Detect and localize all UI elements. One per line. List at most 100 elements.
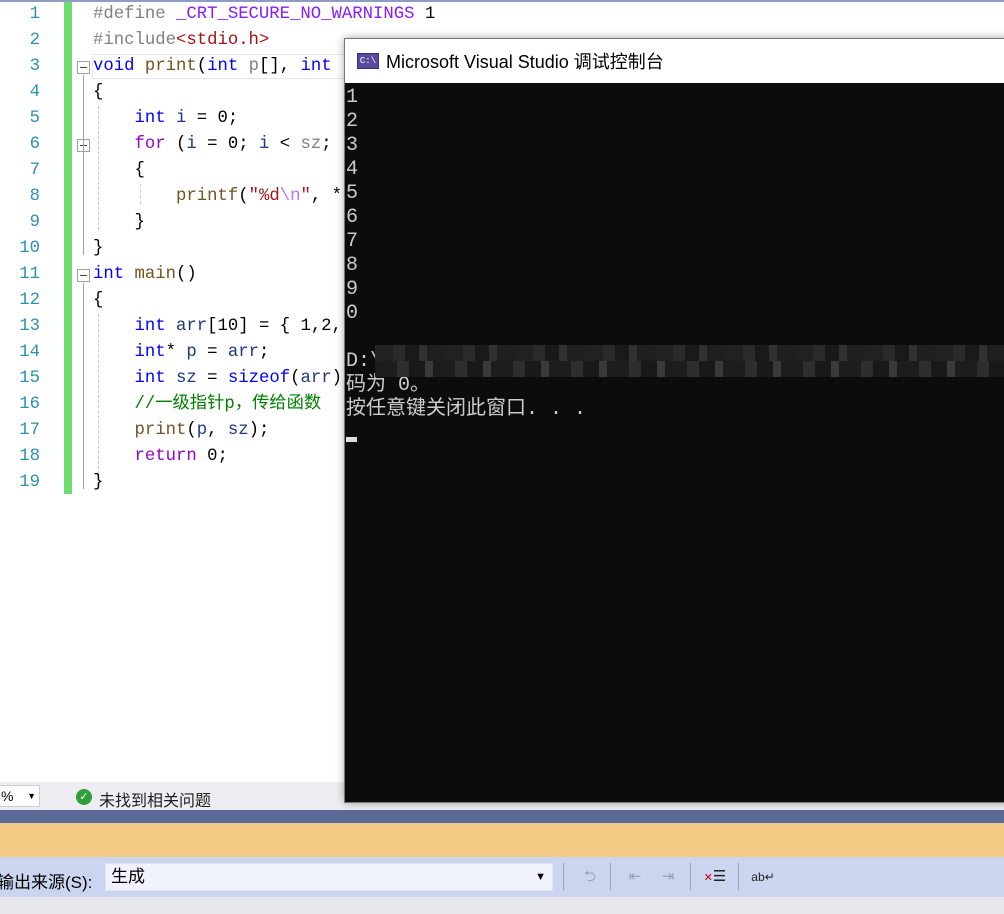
- output-source-dropdown[interactable]: 生成 ▼: [105, 863, 553, 891]
- code-token: arr: [227, 343, 259, 362]
- code-line[interactable]: {: [93, 158, 144, 184]
- code-line[interactable]: #include<stdio.h>: [93, 28, 269, 54]
- code-token: return: [134, 447, 197, 466]
- fold-toggle-icon[interactable]: [77, 269, 90, 282]
- code-token: 1: [414, 5, 436, 24]
- clear-all-icon[interactable]: ✕☰: [703, 864, 727, 890]
- code-line[interactable]: #define _CRT_SECURE_NO_WARNINGS 1: [93, 2, 435, 28]
- chevron-down-icon: ▼: [27, 791, 36, 801]
- line-number: 8: [29, 187, 40, 206]
- next-message-icon[interactable]: ⇥: [656, 864, 680, 890]
- code-token: _CRT_SECURE_NO_WARNINGS: [175, 5, 415, 24]
- code-line[interactable]: print(p, sz);: [93, 418, 269, 444]
- zoom-dropdown[interactable]: % ▼: [0, 785, 40, 807]
- code-line[interactable]: printf("%d\n", *: [93, 184, 342, 210]
- line-number: 19: [19, 473, 40, 492]
- console-output-line: 1: [346, 86, 359, 109]
- check-circle-icon: ✓: [76, 789, 92, 805]
- code-line[interactable]: {: [93, 80, 103, 106]
- line-number: 2: [29, 31, 40, 50]
- code-token: i: [175, 109, 187, 128]
- line-number: 4: [29, 83, 40, 102]
- code-token: }: [93, 239, 104, 258]
- code-token: [10] = { 1,2,: [207, 317, 342, 336]
- code-line[interactable]: int main(): [93, 262, 197, 288]
- code-line[interactable]: return 0;: [93, 444, 228, 470]
- code-token: =: [196, 343, 228, 362]
- code-token: int: [134, 109, 166, 128]
- code-token: int: [134, 369, 166, 388]
- console-output-line: 4: [346, 158, 359, 181]
- toolbar-separator: [690, 863, 691, 891]
- code-token: {: [93, 291, 104, 310]
- line-number: 11: [19, 265, 40, 284]
- go-to-error-icon[interactable]: ⮌: [578, 864, 602, 890]
- line-number: 16: [19, 395, 40, 414]
- code-token: <stdio.h>: [175, 31, 270, 50]
- line-number: 18: [19, 447, 40, 466]
- code-line[interactable]: }: [93, 210, 145, 236]
- code-line[interactable]: //一级指针p，传给函数: [93, 392, 321, 418]
- console-output-line: 5: [346, 182, 359, 205]
- code-line[interactable]: {: [93, 288, 103, 314]
- code-token: 0;: [196, 447, 228, 466]
- fold-guide: [83, 75, 84, 255]
- bottom-panel-area: [0, 897, 1004, 914]
- code-token: (: [186, 421, 197, 440]
- code-token: sz: [300, 135, 322, 154]
- code-token: ;: [258, 343, 270, 362]
- code-line[interactable]: int arr[10] = { 1,2,: [93, 314, 342, 340]
- console-title-bar[interactable]: C:\ Microsoft Visual Studio 调试控制台: [345, 39, 1004, 83]
- code-line[interactable]: int* p = arr;: [93, 340, 269, 366]
- code-line[interactable]: void print(int p[], int: [93, 54, 332, 80]
- panel-splitter[interactable]: [0, 810, 1004, 823]
- code-token: print: [134, 421, 187, 440]
- code-token: {: [93, 83, 104, 102]
- code-token: (: [290, 369, 301, 388]
- line-number: 7: [29, 161, 40, 180]
- code-line[interactable]: for (i = 0; i < sz;: [93, 132, 331, 158]
- output-toolbar: 输出来源(S): 生成 ▼ ⮌ ⇤ ⇥ ✕☰ ab↵: [0, 857, 1004, 897]
- console-prompt-line: 按任意键关闭此窗口. . .: [346, 398, 587, 421]
- indent-guide: [98, 314, 99, 474]
- code-line[interactable]: int i = 0;: [93, 106, 238, 132]
- notification-bar: [0, 823, 1004, 857]
- code-token: arr: [300, 369, 332, 388]
- previous-message-icon[interactable]: ⇤: [623, 864, 647, 890]
- change-tracking-bar: [64, 2, 72, 494]
- issues-status[interactable]: 未找到相关问题: [99, 787, 211, 811]
- redacted-path: [375, 361, 1004, 377]
- code-token: (: [165, 135, 187, 154]
- code-token: sizeof: [227, 369, 291, 388]
- line-number: 1: [29, 5, 40, 24]
- debug-console-window[interactable]: C:\ Microsoft Visual Studio 调试控制台 123456…: [344, 38, 1004, 803]
- code-line[interactable]: int sz = sizeof(arr): [93, 366, 341, 392]
- code-token: void: [93, 57, 135, 76]
- code-token: int: [207, 57, 239, 76]
- code-token: arr: [175, 317, 208, 336]
- code-token: main: [134, 265, 176, 284]
- word-wrap-icon[interactable]: ab↵: [751, 864, 775, 890]
- fold-guide: [83, 283, 84, 489]
- code-line[interactable]: }: [93, 236, 103, 262]
- code-token: }: [93, 213, 145, 232]
- fold-toggle-icon[interactable]: [77, 61, 90, 74]
- code-token: *: [165, 343, 187, 362]
- line-number: 12: [19, 291, 40, 310]
- code-token: = 0;: [186, 109, 239, 128]
- code-token: "%d: [248, 187, 280, 206]
- code-token: <: [269, 135, 301, 154]
- line-number: 17: [19, 421, 40, 440]
- console-output[interactable]: 1234567890 D:\ 码为 0。 按任意键关闭此窗口. . .: [345, 83, 1004, 442]
- console-output-line: 3: [346, 134, 359, 157]
- console-app-icon: C:\: [357, 53, 379, 69]
- code-token: printf: [175, 187, 239, 206]
- console-output-line: 9: [346, 278, 359, 301]
